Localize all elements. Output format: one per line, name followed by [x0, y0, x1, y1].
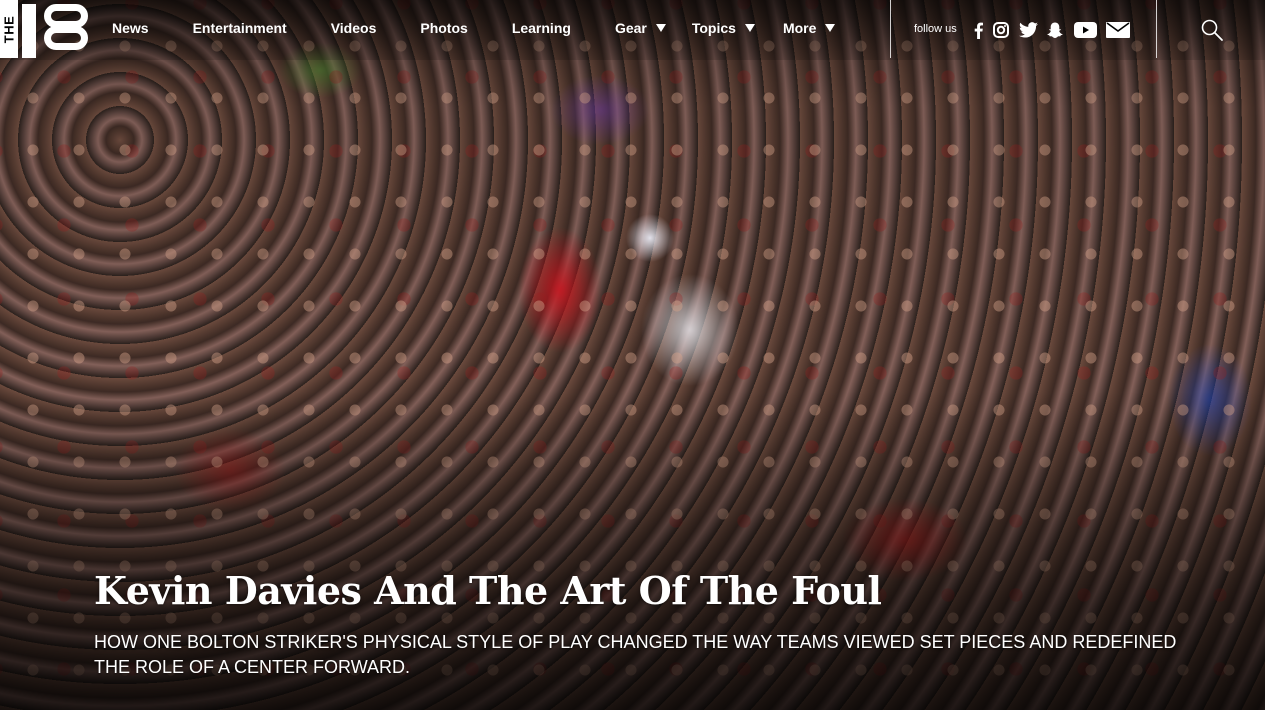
facebook-icon[interactable] — [972, 20, 984, 40]
instagram-icon[interactable] — [992, 20, 1010, 40]
instagram-icon-glyph — [993, 22, 1009, 38]
nav-item-label: Gear — [614, 20, 647, 36]
article-subtitle: HOW ONE BOLTON STRIKER'S PHYSICAL STYLE … — [94, 632, 1177, 677]
mail-icon-glyph — [1106, 22, 1130, 38]
nav-item-learning[interactable]: Learning — [512, 20, 571, 36]
logo-digit-one — [22, 4, 36, 58]
logo-eight-bottom-loop — [44, 26, 88, 50]
nav-item-label: Entertainment — [192, 20, 287, 36]
twitter-icon[interactable] — [1018, 20, 1038, 40]
main-nav: News Entertainment Videos Photos Learnin… — [112, 20, 879, 36]
caret-down-icon — [744, 24, 755, 32]
nav-item-label: Videos — [330, 20, 377, 36]
snapchat-icon-glyph — [1047, 22, 1063, 38]
article-title[interactable]: Kevin Davies And The Art Of The Foul — [94, 568, 882, 613]
nav-divider-left — [890, 0, 891, 58]
logo-the-block: THE — [0, 0, 18, 58]
logo-eight-top-loop — [44, 4, 88, 28]
nav-item-gear[interactable]: Gear — [615, 20, 666, 36]
nav-item-topics[interactable]: Topics — [692, 20, 755, 36]
mail-icon[interactable] — [1105, 20, 1131, 40]
search-button[interactable] — [1200, 18, 1224, 42]
facebook-icon-glyph — [974, 22, 983, 39]
youtube-icon[interactable] — [1072, 20, 1098, 40]
nav-item-news[interactable]: News — [112, 20, 149, 36]
nav-item-label: Topics — [691, 20, 736, 36]
youtube-icon-glyph — [1073, 22, 1097, 38]
nav-item-label: Photos — [420, 20, 468, 36]
nav-item-videos[interactable]: Videos — [331, 20, 377, 36]
search-icon — [1201, 19, 1223, 41]
nav-item-photos[interactable]: Photos — [420, 20, 467, 36]
nav-item-label: More — [782, 20, 817, 36]
follow-us-label: follow us — [914, 23, 957, 35]
logo-the-text: THE — [1, 15, 17, 44]
snapchat-icon[interactable] — [1046, 20, 1064, 40]
nav-item-entertainment[interactable]: Entertainment — [193, 20, 287, 36]
caret-down-icon — [655, 24, 666, 32]
twitter-icon-glyph — [1018, 22, 1038, 38]
nav-item-more[interactable]: More — [782, 20, 836, 36]
caret-down-icon — [825, 24, 836, 32]
page: THE News Entertainment Videos Photos Lea — [0, 0, 1265, 710]
nav-divider-right — [1156, 0, 1157, 58]
logo-digit-eight — [44, 4, 88, 52]
site-logo[interactable]: THE — [0, 0, 90, 60]
nav-item-label: Learning — [511, 20, 571, 36]
top-navigation-bar: THE News Entertainment Videos Photos Lea — [0, 0, 1265, 60]
nav-item-label: News — [112, 20, 149, 36]
